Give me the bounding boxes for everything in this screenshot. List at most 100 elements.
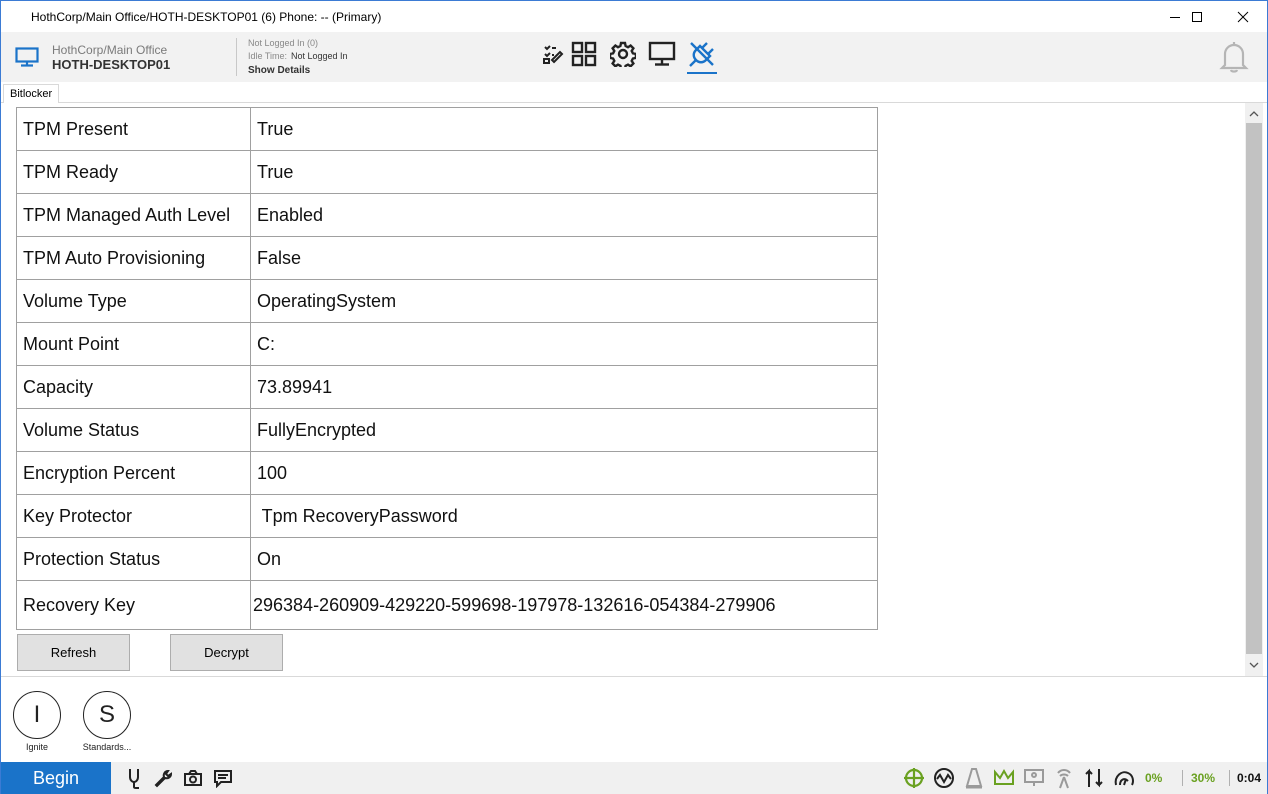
- maximize-icon: [1192, 11, 1202, 22]
- property-name: Mount Point: [16, 322, 251, 366]
- camera-icon: [184, 770, 202, 786]
- property-name: Recovery Key: [16, 580, 251, 630]
- presentation-button[interactable]: [1023, 767, 1045, 789]
- org-path: HothCorp/Main Office: [52, 43, 168, 57]
- wrench-icon: [154, 769, 173, 788]
- session-time: 0:04: [1237, 771, 1262, 785]
- chevron-down-icon: [1249, 662, 1259, 668]
- table-row: Key Protector Tpm RecoveryPassword: [16, 494, 878, 538]
- shortcut-bar: I Ignite S Standards...: [1, 676, 1267, 762]
- property-value: 100: [250, 451, 878, 495]
- sync-arrows-icon: [1085, 768, 1103, 788]
- scrollbar-thumb[interactable]: [1246, 123, 1262, 654]
- begin-button[interactable]: Begin: [1, 762, 111, 794]
- shortcut-ignite[interactable]: I Ignite: [11, 691, 63, 752]
- antenna-button[interactable]: [1053, 767, 1075, 789]
- bitlocker-properties-table: TPM Present True TPM Ready True TPM Managed …: [16, 107, 878, 630]
- tab-bitlocker[interactable]: Bitlocker: [3, 84, 60, 104]
- property-value: 296384-260909-429220-599698-197978-13261…: [250, 580, 878, 630]
- property-name: Encryption Percent: [16, 451, 251, 495]
- tools-button[interactable]: [152, 767, 174, 789]
- idle-label: Idle Time:: [248, 51, 288, 61]
- property-name: TPM Managed Auth Level: [16, 193, 251, 237]
- table-row: TPM Auto Provisioning False: [16, 236, 878, 280]
- grid-apps-icon: [571, 41, 597, 67]
- property-value: OperatingSystem: [250, 279, 878, 323]
- close-icon: [1237, 11, 1249, 22]
- gauge-button[interactable]: [1113, 767, 1135, 789]
- hostname: HOTH-DESKTOP01: [52, 57, 171, 72]
- remote-screen-button[interactable]: [647, 39, 677, 69]
- crosshair-icon: [904, 768, 924, 788]
- screenshot-button[interactable]: [182, 767, 204, 789]
- gauge-icon: [1114, 771, 1134, 786]
- bell-icon[interactable]: [1219, 40, 1249, 74]
- cpu-percent: 0%: [1145, 771, 1163, 785]
- table-row: Mount Point C:: [16, 322, 878, 366]
- title-bar: HothCorp/Main Office/HOTH-DESKTOP01 (6) …: [1, 1, 1267, 32]
- header-divider: [236, 38, 237, 76]
- close-button[interactable]: [1220, 1, 1266, 32]
- crown-button[interactable]: [993, 767, 1015, 789]
- property-value: True: [250, 107, 878, 151]
- idle-value: Not Logged In: [291, 51, 348, 61]
- apps-grid-button[interactable]: [569, 39, 599, 69]
- table-row: Volume Status FullyEncrypted: [16, 408, 878, 452]
- plug-disconnect-icon: [689, 42, 714, 67]
- bottom-taskbar: Begin 0% 30% 0:04: [1, 762, 1267, 794]
- active-indicator: [687, 72, 717, 74]
- antenna-icon: [1057, 769, 1071, 789]
- app-window: HothCorp/Main Office/HOTH-DESKTOP01 (6) …: [0, 0, 1268, 794]
- table-row: Volume Type OperatingSystem: [16, 279, 878, 323]
- pulse-icon: [934, 768, 954, 788]
- cone-icon: [965, 768, 983, 789]
- property-name: TPM Present: [16, 107, 251, 151]
- property-name: Volume Type: [16, 279, 251, 323]
- table-row: Recovery Key 296384-260909-429220-599698-…: [16, 580, 878, 630]
- edit-checklist-button[interactable]: [538, 39, 568, 69]
- window-title: HothCorp/Main Office/HOTH-DESKTOP01 (6) …: [31, 10, 382, 24]
- decrypt-button[interactable]: Decrypt: [170, 634, 283, 671]
- maximize-button[interactable]: [1174, 1, 1220, 32]
- property-value: Enabled: [250, 193, 878, 237]
- disconnect-button[interactable]: [687, 39, 717, 74]
- cone-button[interactable]: [963, 767, 985, 789]
- computer-icon: [15, 47, 39, 67]
- crosshair-button[interactable]: [903, 767, 925, 789]
- shortcut-ignite-label: Ignite: [25, 742, 49, 752]
- table-row: Capacity 73.89941: [16, 365, 878, 409]
- presentation-icon: [1024, 769, 1044, 786]
- property-value: On: [250, 537, 878, 581]
- bitlocker-panel: TPM Present True TPM Ready True TPM Managed …: [2, 103, 1245, 675]
- gear-icon: [610, 41, 636, 67]
- property-value: FullyEncrypted: [250, 408, 878, 452]
- shortcut-standards-label: Standards...: [82, 742, 132, 752]
- property-value: True: [250, 150, 878, 194]
- shortcut-ignite-circle: I: [13, 691, 61, 739]
- vertical-scrollbar[interactable]: [1245, 103, 1263, 676]
- crown-icon: [994, 768, 1014, 785]
- scroll-down-button[interactable]: [1245, 656, 1263, 674]
- idle-time: Idle Time: Not Logged In: [248, 51, 348, 61]
- show-details-link[interactable]: Show Details: [248, 65, 310, 76]
- scroll-up-button[interactable]: [1245, 105, 1263, 123]
- login-status: Not Logged In (0): [248, 38, 319, 48]
- settings-button[interactable]: [608, 39, 638, 69]
- table-row: TPM Managed Auth Level Enabled: [16, 193, 878, 237]
- pulse-button[interactable]: [933, 767, 955, 789]
- refresh-button[interactable]: Refresh: [17, 634, 130, 671]
- property-name: Key Protector: [16, 494, 251, 538]
- property-name: TPM Auto Provisioning: [16, 236, 251, 280]
- table-row: TPM Ready True: [16, 150, 878, 194]
- property-name: Protection Status: [16, 537, 251, 581]
- chat-button[interactable]: [212, 767, 234, 789]
- edit-checklist-icon: [543, 45, 564, 64]
- status-divider: [1229, 770, 1230, 786]
- table-row: Protection Status On: [16, 537, 878, 581]
- sync-button[interactable]: [1083, 767, 1105, 789]
- property-value: C:: [250, 322, 878, 366]
- shortcut-standards[interactable]: S Standards...: [81, 691, 133, 752]
- status-divider: [1182, 770, 1183, 786]
- diagnostics-button[interactable]: [123, 767, 145, 789]
- property-name: TPM Ready: [16, 150, 251, 194]
